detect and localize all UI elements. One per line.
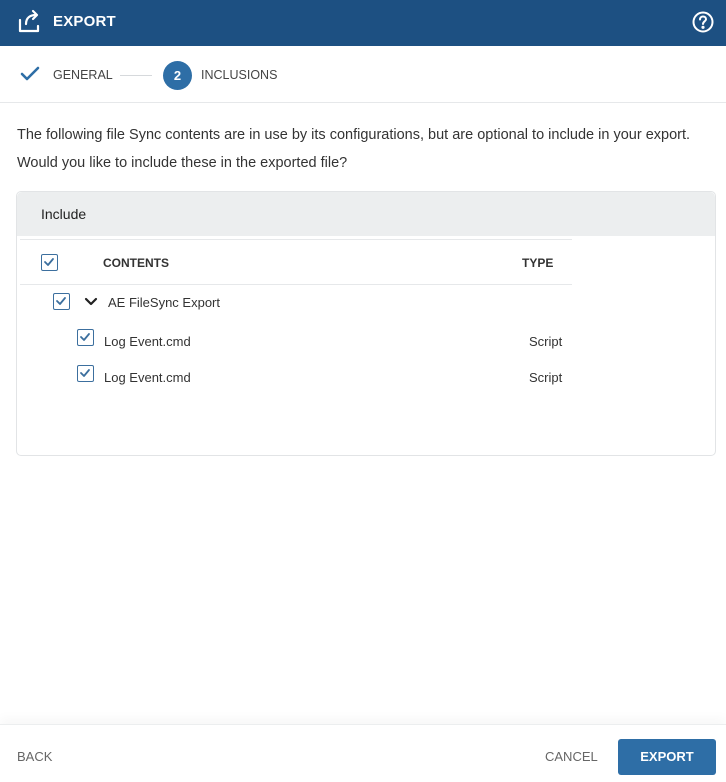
help-circle-icon[interactable] (692, 11, 714, 33)
panel-header: Include (17, 192, 715, 236)
panel-title: Include (41, 206, 87, 222)
row-checkbox[interactable] (77, 329, 94, 346)
group-label: AE FileSync Export (108, 295, 220, 310)
checkmark-icon (44, 258, 54, 266)
include-panel: Include CONTENTS TYPE AE FileSync Export… (16, 191, 716, 456)
group-checkbox[interactable] (53, 293, 70, 310)
cancel-button[interactable]: CANCEL (545, 749, 598, 764)
checkmark-icon (80, 369, 90, 377)
row-type: Script (529, 370, 563, 385)
export-button[interactable]: EXPORT (618, 739, 716, 775)
row-name: Log Event.cmd (104, 370, 191, 385)
step-connector (120, 75, 152, 76)
checkmark-icon (80, 333, 90, 341)
column-header-contents: CONTENTS (103, 256, 169, 270)
step-number-badge: 2 (163, 61, 192, 90)
checkmark-icon (56, 297, 66, 305)
step-inclusions[interactable]: INCLUSIONS (201, 68, 277, 82)
step-general[interactable]: GENERAL (53, 68, 113, 82)
chevron-down-icon[interactable] (84, 297, 98, 307)
row-type: Script (529, 334, 563, 349)
select-all-checkbox[interactable] (41, 254, 58, 271)
dialog-footer: BACK CANCEL EXPORT (0, 724, 726, 782)
back-button[interactable]: BACK (17, 749, 52, 764)
dialog-title: EXPORT (53, 13, 116, 30)
stepper: GENERAL 2 INCLUSIONS (0, 46, 726, 103)
check-icon (20, 66, 40, 81)
column-header-type: TYPE (522, 256, 554, 270)
row-checkbox[interactable] (77, 365, 94, 382)
dialog-header: EXPORT (0, 0, 726, 46)
row-name: Log Event.cmd (104, 334, 191, 349)
table-header: CONTENTS TYPE (20, 239, 572, 285)
export-share-icon (18, 9, 40, 33)
description-text: The following file Sync contents are in … (17, 127, 691, 171)
